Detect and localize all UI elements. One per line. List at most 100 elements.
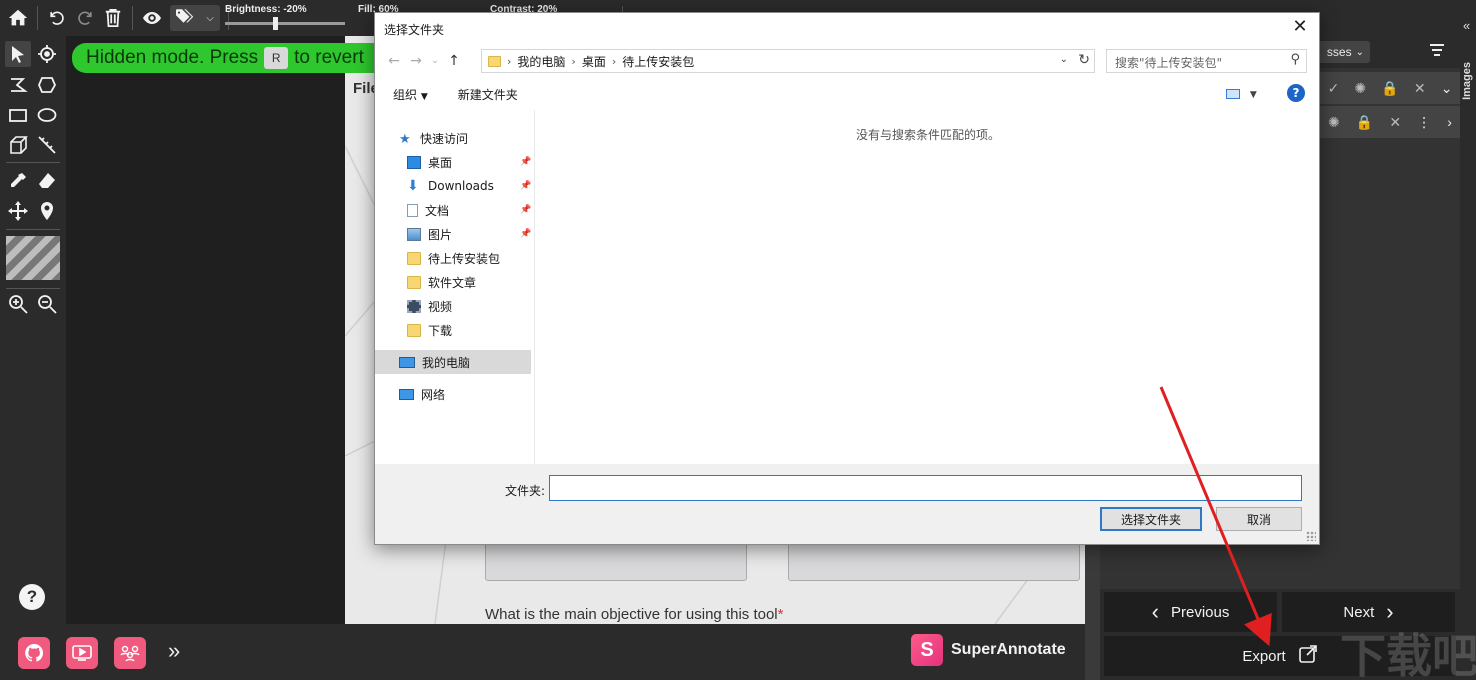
cursor-icon[interactable]: [5, 41, 31, 67]
canvas-background: [66, 36, 345, 624]
resize-grip[interactable]: [1306, 531, 1316, 541]
zoom-out-icon[interactable]: [34, 291, 60, 317]
lock-icon[interactable]: 🔒: [1356, 114, 1373, 131]
banner-text-before: Hidden mode. Press: [86, 47, 259, 68]
breadcrumb-item[interactable]: 我的电脑: [517, 53, 565, 70]
ellipse-icon[interactable]: [34, 102, 60, 128]
double-chevron-right-icon[interactable]: »: [168, 638, 180, 664]
close-icon[interactable]: ✕: [1414, 80, 1426, 97]
pin-icon[interactable]: 📌: [520, 205, 531, 215]
breadcrumb-separator: ›: [611, 54, 617, 68]
sidebar-item-documents[interactable]: 文档 📌: [407, 198, 531, 222]
lock-icon[interactable]: 🔒: [1381, 80, 1398, 97]
filter-icon[interactable]: [1430, 44, 1444, 58]
help-icon[interactable]: ?: [19, 584, 45, 610]
classes-dropdown[interactable]: sses ⌄: [1316, 41, 1370, 63]
bottom-bar: » S SuperAnnotate: [0, 624, 1085, 680]
chevron-right-icon[interactable]: ›: [1447, 114, 1452, 130]
bug-icon[interactable]: ✺: [1354, 80, 1366, 97]
sidebar-item-folder[interactable]: 待上传安装包: [407, 246, 500, 270]
sidebar-item-folder[interactable]: 下载: [407, 318, 452, 342]
back-arrow-icon[interactable]: ←: [383, 53, 405, 69]
instance-row[interactable]: ✺ 🔒 ✕ ⋮ ›: [1320, 106, 1460, 138]
folder-icon: [407, 275, 421, 289]
sidebar-item-folder[interactable]: 软件文章: [407, 270, 476, 294]
computer-icon: [399, 356, 415, 368]
brightness-slider[interactable]: Brightness: -20%: [225, 4, 345, 34]
previous-button[interactable]: ‹ Previous: [1104, 592, 1277, 632]
chevron-down-icon: ⌵: [206, 12, 214, 24]
sidebar-item-desktop[interactable]: 桌面 📌: [407, 150, 531, 174]
polygon-icon[interactable]: [34, 72, 60, 98]
undo-icon[interactable]: [43, 4, 71, 32]
github-icon[interactable]: [18, 637, 50, 669]
trash-icon[interactable]: [99, 4, 127, 32]
breadcrumb-item[interactable]: 待上传安装包: [622, 53, 694, 70]
sidebar-item-quick-access[interactable]: ★ 快速访问: [399, 126, 468, 150]
brightness-thumb[interactable]: [273, 17, 278, 30]
sidebar-item-videos[interactable]: 视频: [407, 294, 452, 318]
eyedropper-icon[interactable]: [5, 168, 31, 194]
recent-dropdown-icon[interactable]: ⌄: [427, 56, 443, 66]
ruler-icon[interactable]: [34, 132, 60, 158]
select-folder-button[interactable]: 选择文件夹: [1100, 507, 1202, 531]
class-row[interactable]: ✓ ✺ 🔒 ✕ ⌄: [1320, 72, 1460, 104]
forward-arrow-icon[interactable]: →: [405, 53, 427, 69]
download-arrow-icon: ⬇: [407, 177, 419, 194]
close-icon[interactable]: ✕: [1289, 16, 1311, 38]
images-sidebar-strip[interactable]: «: [1460, 0, 1476, 680]
chevron-down-icon[interactable]: ⌄: [1060, 54, 1068, 65]
cancel-button[interactable]: 取消: [1216, 507, 1302, 531]
sidebar-item-this-pc[interactable]: 我的电脑: [375, 350, 531, 374]
sidebar-item-downloads[interactable]: ⬇ Downloads 📌: [407, 174, 531, 198]
document-option-card: [485, 541, 747, 581]
document-option-card: [788, 541, 1080, 581]
close-icon[interactable]: ✕: [1389, 114, 1401, 131]
help-icon[interactable]: ?: [1287, 84, 1305, 102]
search-input[interactable]: 搜索"待上传安装包" ⚲: [1106, 49, 1307, 73]
collapse-left-icon[interactable]: «: [1463, 18, 1470, 33]
file-list-area[interactable]: 没有与搜索条件匹配的项。: [536, 110, 1319, 464]
refresh-icon[interactable]: ↻: [1078, 52, 1090, 68]
rectangle-icon[interactable]: [5, 102, 31, 128]
pin-icon[interactable]: 📌: [520, 229, 531, 239]
redo-icon[interactable]: [71, 4, 99, 32]
move-icon[interactable]: [5, 198, 31, 224]
pattern-swatch[interactable]: [6, 236, 60, 280]
eraser-icon[interactable]: [34, 168, 60, 194]
new-folder-button[interactable]: 新建文件夹: [458, 86, 518, 103]
more-vertical-icon[interactable]: ⋮: [1417, 114, 1431, 131]
images-tab-label[interactable]: Images: [1461, 62, 1473, 100]
location-pin-icon[interactable]: [34, 198, 60, 224]
brand[interactable]: S SuperAnnotate: [911, 634, 1066, 666]
question-text: What is the main objective for using thi…: [485, 606, 778, 623]
cuboid-icon[interactable]: [5, 132, 31, 158]
view-options-button[interactable]: ▼: [1226, 86, 1257, 100]
up-arrow-icon[interactable]: ↑: [443, 53, 465, 69]
tag-dropdown[interactable]: ⌵: [170, 5, 220, 31]
toolbar-divider: [6, 162, 60, 163]
brightness-track[interactable]: [225, 17, 345, 30]
address-bar[interactable]: › 我的电脑 › 桌面 › 待上传安装包 ⌄ ↻: [481, 49, 1095, 73]
sidebar-item-network[interactable]: 网络: [399, 382, 445, 406]
breadcrumb-item[interactable]: 桌面: [582, 53, 606, 70]
sidebar-item-pictures[interactable]: 图片 📌: [407, 222, 531, 246]
community-icon[interactable]: [114, 637, 146, 669]
home-icon[interactable]: [4, 4, 32, 32]
empty-message: 没有与搜索条件匹配的项。: [856, 128, 1001, 142]
folder-icon: [488, 55, 501, 67]
polyline-icon[interactable]: [5, 72, 31, 98]
organize-menu[interactable]: 组织 ▼: [393, 86, 428, 103]
folder-field[interactable]: [549, 475, 1302, 501]
zoom-in-icon[interactable]: [5, 291, 31, 317]
bug-icon[interactable]: ✺: [1328, 114, 1340, 131]
video-tutorial-icon[interactable]: [66, 637, 98, 669]
pin-icon[interactable]: 📌: [520, 181, 531, 191]
previous-label: Previous: [1170, 603, 1230, 621]
chevron-down-icon[interactable]: ⌄: [1441, 80, 1453, 97]
crosshair-icon[interactable]: [34, 41, 60, 67]
eye-icon[interactable]: [138, 4, 166, 32]
pin-icon[interactable]: 📌: [520, 157, 531, 167]
check-icon[interactable]: ✓: [1328, 80, 1340, 97]
search-placeholder: 搜索"待上传安装包": [1115, 56, 1223, 70]
